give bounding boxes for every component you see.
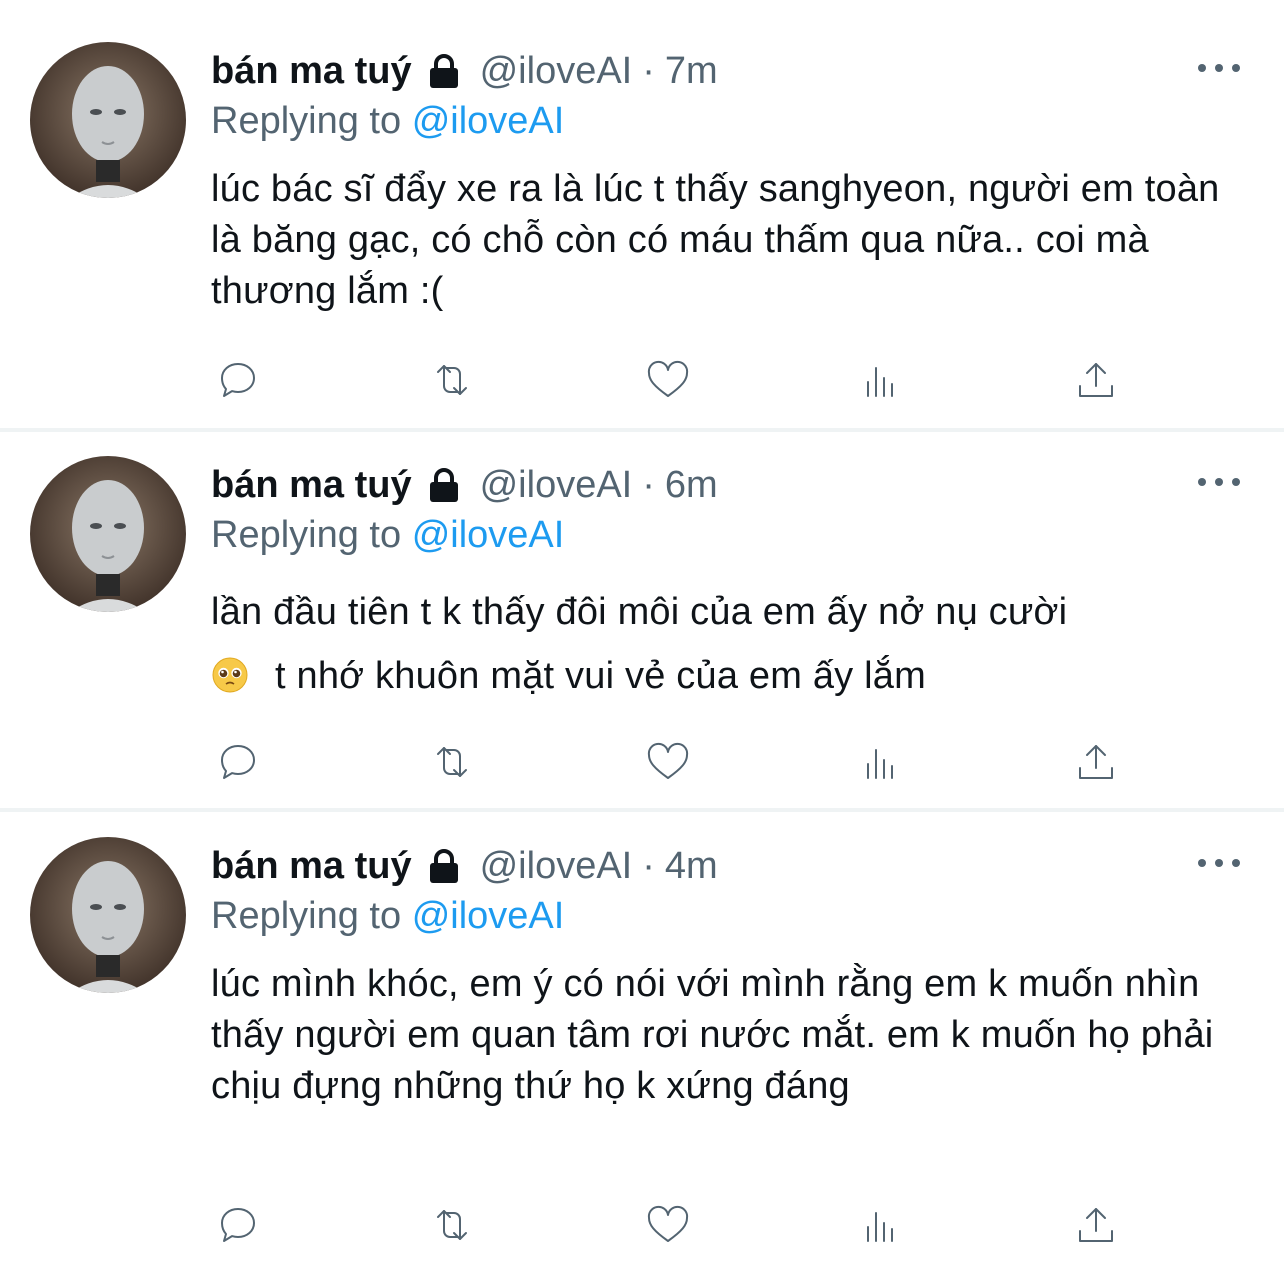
- avatar[interactable]: [30, 42, 186, 198]
- share-icon[interactable]: [1068, 734, 1124, 790]
- handle[interactable]: @iloveAI: [480, 841, 633, 891]
- tweet-text-line-2-text: t nhớ khuôn mặt vui vẻ của em ấy lắm: [275, 655, 926, 697]
- tweet-header: bán ma tuý @iloveAI · 4m: [211, 841, 718, 891]
- timestamp[interactable]: 6m: [665, 460, 718, 510]
- handle[interactable]: @iloveAI: [480, 46, 633, 96]
- like-icon[interactable]: [640, 352, 696, 408]
- like-icon[interactable]: [640, 1197, 696, 1253]
- tweet-text: lần đầu tiên t k thấy đôi môi của em ấy …: [211, 580, 1221, 708]
- views-icon[interactable]: [854, 734, 910, 790]
- action-bar: [210, 1197, 1130, 1253]
- action-bar: [210, 352, 1130, 408]
- mention-link[interactable]: @iloveAI: [412, 100, 565, 142]
- retweet-icon[interactable]: [424, 352, 480, 408]
- tweet-header: bán ma tuý @iloveAI · 6m: [211, 460, 718, 510]
- more-icon[interactable]: [1198, 48, 1240, 88]
- separator: ·: [642, 464, 655, 506]
- tweet-3[interactable]: bán ma tuý @iloveAI · 4m Replying to @il…: [0, 795, 1284, 1272]
- handle[interactable]: @iloveAI: [480, 460, 633, 510]
- more-icon[interactable]: [1198, 462, 1240, 502]
- tweet-1[interactable]: bán ma tuý @iloveAI · 7m Replying to @il…: [0, 0, 1284, 428]
- pleading-face-emoji: [211, 650, 249, 693]
- tweet-text-content: lúc bác sĩ đẩy xe ra là lúc t thấy sangh…: [211, 168, 1220, 312]
- action-bar: [210, 734, 1130, 790]
- tweet-text-content: lúc mình khóc, em ý có nói với mình rằng…: [211, 963, 1214, 1107]
- replying-to: Replying to @iloveAI: [211, 96, 564, 146]
- tweet-text: lúc mình khóc, em ý có nói với mình rằng…: [211, 959, 1221, 1112]
- mention-link[interactable]: @iloveAI: [412, 895, 565, 937]
- replying-to: Replying to @iloveAI: [211, 510, 564, 560]
- like-icon[interactable]: [640, 734, 696, 790]
- timestamp[interactable]: 4m: [665, 841, 718, 891]
- reply-icon[interactable]: [210, 1197, 266, 1253]
- replying-prefix: Replying to: [211, 895, 402, 937]
- mention-link[interactable]: @iloveAI: [412, 514, 565, 556]
- share-icon[interactable]: [1068, 352, 1124, 408]
- replying-prefix: Replying to: [211, 100, 402, 142]
- tweet-text: lúc bác sĩ đẩy xe ra là lúc t thấy sangh…: [211, 164, 1221, 317]
- avatar[interactable]: [30, 456, 186, 612]
- timestamp[interactable]: 7m: [665, 46, 718, 96]
- share-icon[interactable]: [1068, 1197, 1124, 1253]
- lock-icon: [424, 846, 464, 886]
- avatar[interactable]: [30, 837, 186, 993]
- display-name[interactable]: bán ma tuý: [211, 460, 412, 510]
- display-name[interactable]: bán ma tuý: [211, 46, 412, 96]
- lock-icon: [424, 465, 464, 505]
- views-icon[interactable]: [854, 1197, 910, 1253]
- retweet-icon[interactable]: [424, 734, 480, 790]
- separator: ·: [642, 50, 655, 92]
- replying-prefix: Replying to: [211, 514, 402, 556]
- reply-icon[interactable]: [210, 352, 266, 408]
- tweet-text-line: lần đầu tiên t k thấy đôi môi của em ấy …: [211, 591, 1068, 633]
- retweet-icon[interactable]: [424, 1197, 480, 1253]
- display-name[interactable]: bán ma tuý: [211, 841, 412, 891]
- separator: ·: [642, 845, 655, 887]
- replying-to: Replying to @iloveAI: [211, 891, 564, 941]
- views-icon[interactable]: [854, 352, 910, 408]
- more-icon[interactable]: [1198, 843, 1240, 883]
- lock-icon: [424, 51, 464, 91]
- reply-icon[interactable]: [210, 734, 266, 790]
- tweet-text-line-2: t nhớ khuôn mặt vui vẻ của em ấy lắm: [211, 644, 1221, 708]
- tweet-header: bán ma tuý @iloveAI · 7m: [211, 46, 718, 96]
- tweet-2[interactable]: bán ma tuý @iloveAI · 6m Replying to @il…: [0, 414, 1284, 810]
